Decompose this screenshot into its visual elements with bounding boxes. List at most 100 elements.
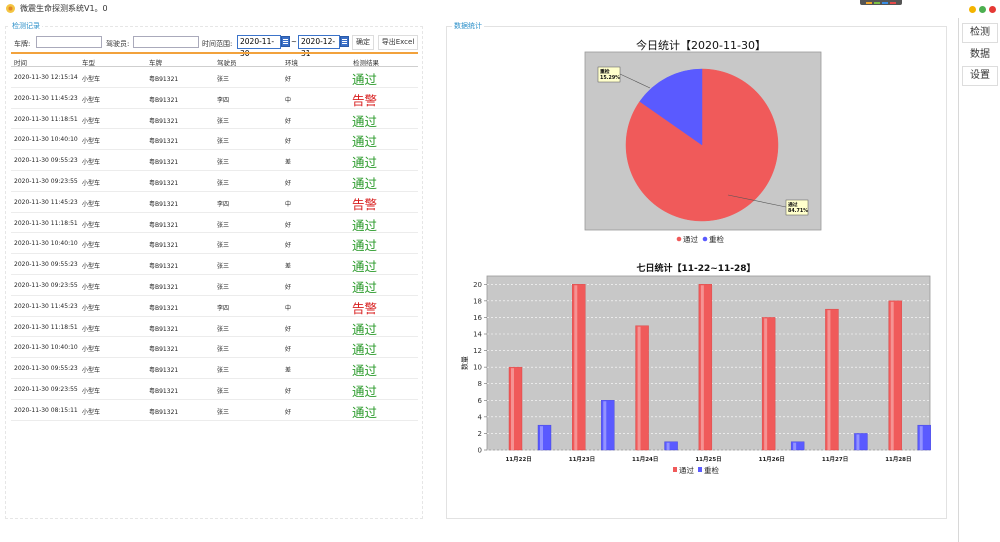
cell-time: 2020-11-30 10:40:10	[14, 344, 78, 352]
side-nav-divider	[958, 18, 959, 542]
cell-result: 通过	[352, 363, 378, 379]
table-row[interactable]: 2020-11-30 09:55:23 小型车 粤B91321 张三 差 通过	[11, 150, 418, 171]
cell-driver: 张三	[217, 159, 230, 167]
cell-time: 2020-11-30 09:23:55	[14, 177, 78, 185]
cell-plate: 粤B91321	[149, 387, 179, 395]
column-header-type[interactable]: 车型	[82, 57, 95, 67]
column-header-time[interactable]: 时间	[14, 57, 27, 67]
table-row[interactable]: 2020-11-30 11:18:51 小型车 粤B91321 张三 好 通过	[11, 109, 418, 130]
cell-type: 小型车	[82, 283, 101, 291]
cell-time: 2020-11-30 11:45:23	[14, 198, 78, 206]
cell-type: 小型车	[82, 179, 101, 187]
table-row[interactable]: 2020-11-30 11:18:51 小型车 粤B91321 张三 好 通过	[11, 317, 418, 338]
cell-plate: 粤B91321	[149, 179, 179, 187]
cell-env: 好	[285, 408, 292, 416]
table-row[interactable]: 2020-11-30 11:45:23 小型车 粤B91321 李四 中 告警	[11, 296, 418, 317]
table-row[interactable]: 2020-11-30 10:40:10 小型车 粤B91321 张三 好 通过	[11, 337, 418, 359]
cell-time: 2020-11-30 09:55:23	[14, 365, 78, 373]
stats-group-title: 数据统计	[452, 21, 484, 31]
cell-env: 好	[285, 117, 292, 125]
cell-env: 差	[285, 367, 292, 375]
table-row[interactable]: 2020-11-30 09:55:23 小型车 粤B91321 张三 差 通过	[11, 358, 418, 379]
cell-time: 2020-11-30 08:15:11	[14, 406, 78, 414]
table-row[interactable]: 2020-11-30 09:23:55 小型车 粤B91321 张三 好 通过	[11, 379, 418, 400]
cell-env: 好	[285, 76, 292, 83]
cell-plate: 粤B91321	[149, 221, 179, 229]
cell-type: 小型车	[82, 387, 101, 395]
cell-time: 2020-11-30 10:40:10	[14, 136, 78, 144]
calendar-icon[interactable]	[281, 36, 290, 47]
table-body: 2020-11-30 12:15:14 小型车 粤B91321 张三好通过 2020-1…	[11, 67, 418, 421]
cell-type: 小型车	[82, 221, 101, 229]
confirm-button[interactable]: 确定	[352, 35, 374, 50]
table-row[interactable]: 2020-11-30 08:15:11 小型车 粤B91321 张三 好 通过	[11, 400, 418, 421]
nav-data-button[interactable]: 数据	[962, 45, 998, 65]
cell-result: 通过	[352, 321, 378, 337]
cell-plate: 粤B91321	[149, 304, 179, 312]
cell-plate: 粤B91321	[149, 138, 179, 146]
cell-type: 小型车	[82, 117, 101, 125]
cell-driver: 张三	[217, 408, 230, 416]
table-row[interactable]: 2020-11-30 10:40:10 小型车 粤B91321 张三 好 通过	[11, 129, 418, 151]
minimize-button[interactable]	[969, 6, 976, 13]
table-row[interactable]: 2020-11-30 10:40:10 小型车 粤B91321 张三 好 通过	[11, 233, 418, 255]
cell-result: 告警	[352, 196, 378, 212]
table-row[interactable]: 2020-11-30 09:55:23 小型车 粤B91321 张三 差 通过	[11, 254, 418, 275]
column-header-result[interactable]: 检测结果	[353, 57, 379, 67]
cell-driver: 李四	[217, 96, 230, 104]
driver-input[interactable]	[133, 36, 199, 48]
cell-time: 2020-11-30 11:18:51	[14, 323, 78, 331]
cell-plate: 粤B91321	[149, 325, 179, 333]
table-row[interactable]: 2020-11-30 11:45:23 小型车 粤B91321 李四 中 告警	[11, 88, 418, 109]
stats-panel	[446, 26, 947, 519]
cell-env: 好	[285, 387, 292, 395]
cell-driver: 李四	[217, 304, 230, 312]
cell-type: 小型车	[82, 159, 101, 167]
cell-result: 通过	[352, 279, 378, 295]
nav-settings-button[interactable]: 设置	[962, 66, 998, 86]
column-header-env[interactable]: 环境	[285, 57, 298, 67]
cell-plate: 粤B91321	[149, 283, 179, 291]
cell-time: 2020-11-30 11:18:51	[14, 219, 78, 227]
cell-env: 好	[285, 346, 292, 354]
plate-input[interactable]	[36, 36, 102, 48]
cell-driver: 张三	[217, 346, 230, 354]
cell-type: 小型车	[82, 408, 101, 416]
cell-time: 2020-11-30 11:45:23	[14, 302, 78, 310]
cell-result: 通过	[352, 383, 378, 399]
cell-plate: 粤B91321	[149, 96, 179, 104]
cell-driver: 张三	[217, 179, 230, 187]
plate-label: 车牌:	[14, 40, 31, 48]
cell-type: 小型车	[82, 242, 101, 250]
column-header-plate[interactable]: 车牌	[149, 57, 162, 67]
export-excel-button[interactable]: 导出Excel	[378, 35, 418, 50]
title-indicator-strip	[860, 0, 902, 5]
cell-env: 好	[285, 242, 292, 250]
cell-time: 2020-11-30 10:40:10	[14, 240, 78, 248]
title-bar: 微震生命探测系统V1。0	[0, 0, 1000, 18]
cell-plate: 粤B91321	[149, 346, 179, 354]
date-from-input[interactable]: 2020-11-30	[237, 35, 281, 58]
maximize-button[interactable]	[979, 6, 986, 13]
cell-env: 差	[285, 263, 292, 271]
cell-env: 好	[285, 138, 292, 146]
table-row[interactable]: 2020-11-30 09:23:55 小型车 粤B91321 张三 好 通过	[11, 171, 418, 192]
cell-driver: 李四	[217, 200, 230, 208]
nav-detect-button[interactable]: 检测	[962, 23, 998, 43]
cell-env: 好	[285, 221, 292, 229]
cell-result: 通过	[352, 155, 378, 171]
table-row[interactable]: 2020-11-30 12:15:14 小型车 粤B91321 张三 好 通过	[11, 67, 418, 88]
table-row[interactable]: 2020-11-30 11:18:51 小型车 粤B91321 张三 好 通过	[11, 213, 418, 234]
cell-driver: 张三	[217, 325, 230, 333]
calendar-icon[interactable]	[340, 36, 349, 47]
table-row[interactable]: 2020-11-30 09:23:55 小型车 粤B91321 张三 好 通过	[11, 275, 418, 296]
cell-driver: 张三	[217, 387, 230, 395]
close-button[interactable]	[989, 6, 996, 13]
table-row[interactable]: 2020-11-30 11:45:23 小型车 粤B91321 李四 中 告警	[11, 192, 418, 213]
date-to-input[interactable]: 2020-12-31	[298, 35, 340, 58]
column-header-driver[interactable]: 驾驶员	[217, 57, 237, 67]
cell-driver: 张三	[217, 263, 230, 271]
cell-driver: 张三	[217, 221, 230, 229]
cell-time: 2020-11-30 11:18:51	[14, 115, 78, 123]
cell-plate: 粤B91321	[149, 159, 179, 167]
